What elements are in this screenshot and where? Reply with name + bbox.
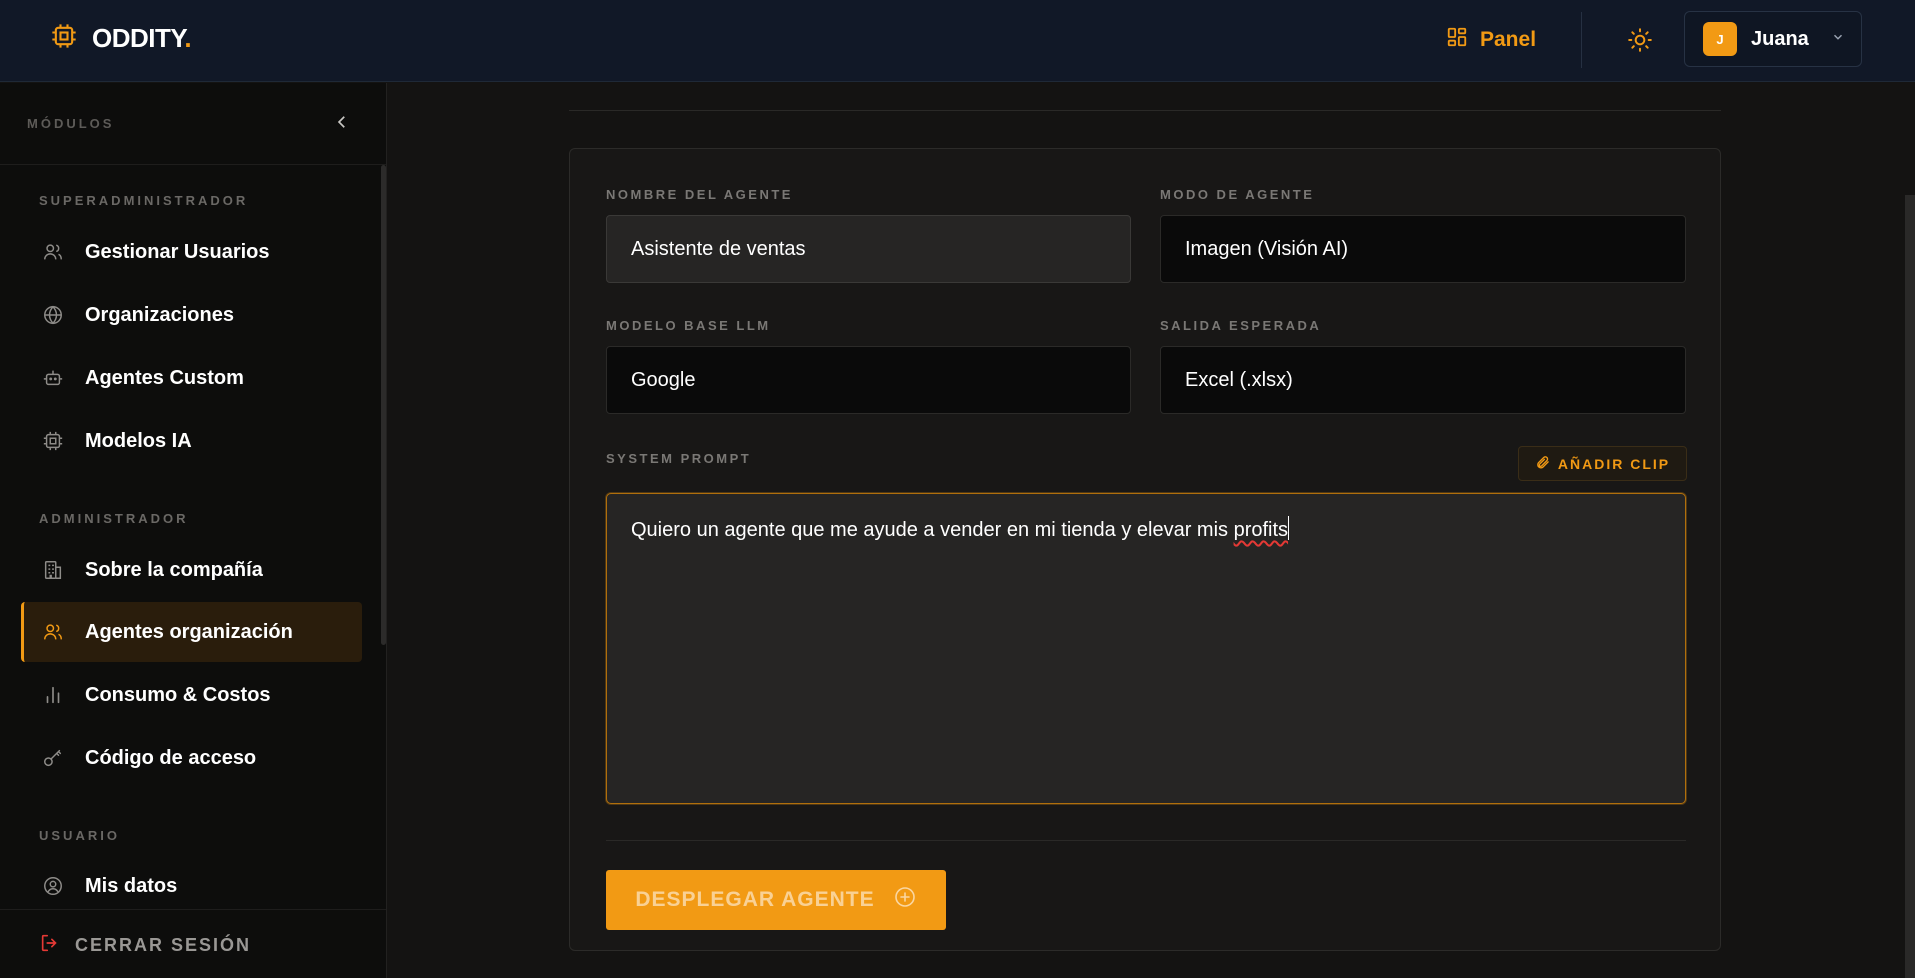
user-menu[interactable]: J Juana	[1684, 11, 1862, 67]
sidebar-footer: CERRAR SESIÓN	[0, 909, 386, 978]
building-icon	[41, 558, 65, 582]
sidebar-item-organizaciones[interactable]: Organizaciones	[21, 285, 362, 345]
sidebar-item-consumo-costos[interactable]: Consumo & Costos	[21, 665, 362, 725]
text-caret	[1288, 516, 1290, 540]
chip-icon	[41, 429, 65, 453]
sidebar-item-agentes-custom[interactable]: Agentes Custom	[21, 348, 362, 408]
logout-button[interactable]: CERRAR SESIÓN	[39, 932, 251, 959]
panel-link[interactable]: Panel	[1446, 26, 1536, 54]
page-scrollbar[interactable]	[1905, 195, 1915, 978]
divider	[569, 110, 1721, 111]
top-bar: ODDITY. Panel J Juana	[0, 0, 1915, 82]
sidebar-header: MÓDULOS	[0, 83, 386, 165]
divider	[1581, 12, 1582, 68]
system-prompt-label: SYSTEM PROMPT	[606, 451, 752, 466]
chip-icon	[50, 22, 78, 55]
panel-label: Panel	[1480, 28, 1537, 51]
section-title-usuario: USUARIO	[39, 828, 120, 843]
chevron-left-icon[interactable]	[333, 113, 351, 136]
grid-icon	[1446, 26, 1468, 54]
sun-icon[interactable]	[1627, 27, 1653, 58]
users-icon	[41, 240, 65, 264]
sidebar-item-codigo-de-acceso[interactable]: Código de acceso	[21, 728, 362, 788]
user-circle-icon	[41, 874, 65, 898]
output-label: SALIDA ESPERADA	[1160, 318, 1322, 333]
logo-text: ODDITY.	[92, 23, 192, 53]
sidebar-item-gestionar-usuarios[interactable]: Gestionar Usuarios	[21, 222, 362, 282]
sidebar-title: MÓDULOS	[27, 116, 115, 131]
base-model-select[interactable]: Google	[606, 346, 1131, 414]
section-title-superadmin: SUPERADMINISTRADOR	[39, 193, 249, 208]
system-prompt-textarea[interactable]: Quiero un agente que me ayude a vender e…	[606, 493, 1686, 804]
paperclip-icon	[1535, 455, 1550, 473]
key-icon	[41, 746, 65, 770]
users-icon	[41, 620, 65, 644]
agent-name-label: NOMBRE DEL AGENTE	[606, 187, 793, 202]
chevron-down-icon	[1831, 30, 1845, 49]
deploy-agent-button[interactable]: DESPLEGAR AGENTE	[606, 870, 946, 930]
sidebar-item-sobre-la-compania[interactable]: Sobre la compañía	[21, 540, 362, 600]
divider	[606, 840, 1686, 841]
agent-name-input[interactable]: Asistente de ventas	[606, 215, 1131, 283]
sidebar-item-modelos-ia[interactable]: Modelos IA	[21, 411, 362, 471]
user-name: Juana	[1751, 27, 1809, 50]
sidebar-item-agentes-organizacion[interactable]: Agentes organización	[21, 602, 362, 662]
plus-circle-icon	[893, 885, 917, 915]
output-select[interactable]: Excel (.xlsx)	[1160, 346, 1686, 414]
agent-form-card: NOMBRE DEL AGENTE Asistente de ventas MO…	[569, 148, 1721, 951]
bar-chart-icon	[41, 683, 65, 707]
agent-mode-label: MODO DE AGENTE	[1160, 187, 1315, 202]
sidebar-scrollbar[interactable]	[381, 165, 386, 645]
globe-icon	[41, 303, 65, 327]
logout-icon	[39, 932, 61, 959]
main-content: NOMBRE DEL AGENTE Asistente de ventas MO…	[388, 83, 1915, 978]
sidebar: MÓDULOS SUPERADMINISTRADOR Gestionar Usu…	[0, 83, 387, 978]
section-title-admin: ADMINISTRADOR	[39, 511, 189, 526]
add-clip-button[interactable]: AÑADIR CLIP	[1518, 446, 1687, 481]
avatar: J	[1703, 22, 1737, 56]
bot-icon	[41, 366, 65, 390]
sidebar-item-mis-datos[interactable]: Mis datos	[21, 856, 362, 916]
logo[interactable]: ODDITY.	[50, 22, 192, 55]
base-model-label: MODELO BASE LLM	[606, 318, 771, 333]
agent-mode-select[interactable]: Imagen (Visión AI)	[1160, 215, 1686, 283]
